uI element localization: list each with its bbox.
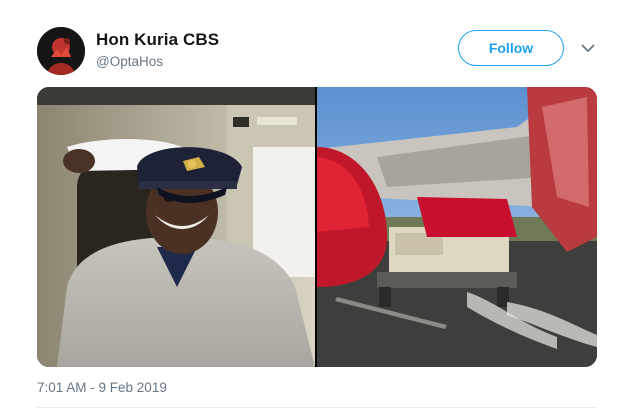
avatar-image — [37, 27, 85, 75]
display-name[interactable]: Hon Kuria CBS — [96, 30, 219, 50]
user-handle[interactable]: @OptaHos — [96, 54, 163, 69]
photo-aircraft-collision[interactable] — [317, 87, 597, 367]
avatar[interactable] — [37, 27, 85, 75]
tweet-timestamp[interactable]: 7:01 AM - 9 Feb 2019 — [37, 380, 167, 395]
follow-button[interactable]: Follow — [458, 30, 564, 66]
chevron-down-icon[interactable] — [578, 38, 598, 58]
divider — [37, 407, 597, 408]
photo-pilot[interactable] — [37, 87, 315, 367]
media-gallery — [37, 87, 597, 367]
tweet-card: Hon Kuria CBS @OptaHos Follow 7:01 AM - … — [0, 0, 634, 412]
